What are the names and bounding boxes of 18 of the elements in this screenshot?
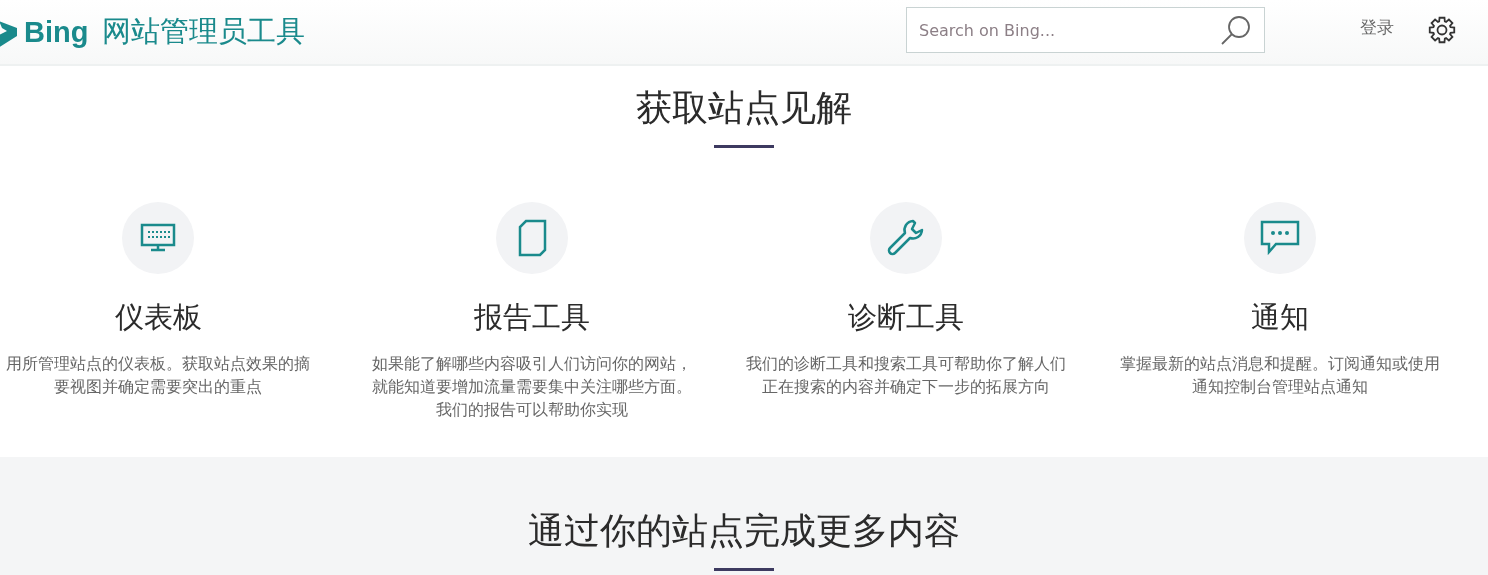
feature-description: 我们的诊断工具和搜索工具可帮助你了解人们 正在搜索的内容并确定下一步的拓展方向 (746, 353, 1066, 398)
feature-description: 如果能了解哪些内容吸引人们访问你的网站， 就能知道要增加流量需要集中关注哪些方面。 我们的报告可以帮助你实现 (372, 353, 692, 421)
login-link[interactable]: 登录 (1360, 15, 1394, 39)
brand-name: Bing (24, 15, 89, 49)
document-icon (517, 219, 547, 257)
feature-title: 仪表板 (114, 299, 202, 336)
feature-title: 诊断工具 (848, 299, 964, 336)
chat-icon (1260, 220, 1300, 256)
feature-description: 掌握最新的站点消息和提醒。订阅通知或使用 通知控制台管理站点通知 (1120, 353, 1440, 398)
feature-title: 通知 (1251, 299, 1309, 336)
section-heading: 获取站点见解 (636, 86, 852, 130)
feature-title: 报告工具 (474, 299, 590, 336)
settings-icon[interactable] (1428, 16, 1456, 44)
monitor-icon (140, 223, 176, 253)
wrench-icon (886, 218, 926, 258)
section-heading: 通过你的站点完成更多内容 (528, 509, 960, 553)
product-name: 网站管理员工具 (102, 13, 306, 50)
feature-description: 用所管理站点的仪表板。获取站点效果的摘 要视图并确定需要突出的重点 (6, 353, 310, 398)
